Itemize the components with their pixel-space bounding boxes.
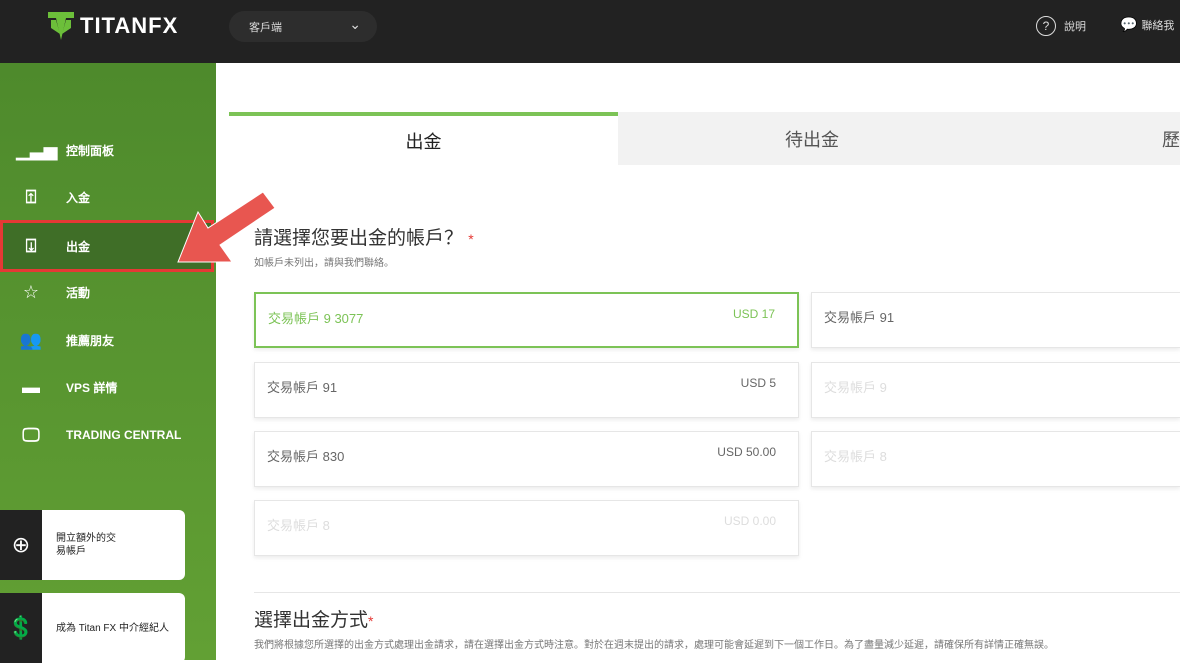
account-name: 交易帳戶 9 3077 [268, 311, 364, 326]
shield-logo-icon [48, 12, 74, 40]
sidebar-item-trading-central[interactable]: 🖵 TRADING CENTRAL [0, 412, 216, 458]
account-option[interactable]: 交易帳戶 91 [811, 292, 1180, 348]
account-option[interactable]: 交易帳戶 9 3077 USD 17 [254, 292, 799, 348]
card-label: 開立額外的交易帳戶 [56, 533, 116, 557]
help-label: 說明 [1064, 21, 1086, 33]
bar-chart-icon: ▁▃▅ [16, 139, 58, 160]
account-name: 交易帳戶 91 [824, 310, 895, 325]
annotation-arrow-icon [177, 191, 276, 263]
sidebar-item-label: TRADING CENTRAL [66, 428, 182, 442]
titanfx-logo[interactable]: TITANFX [48, 12, 178, 40]
sidebar-item-refer[interactable]: 👥 推薦朋友 [0, 317, 216, 363]
account-name: 交易帳戶 830 [267, 449, 345, 464]
dollar-chat-icon: 💲 [0, 593, 42, 663]
account-balance: USD 50.00 [717, 445, 776, 459]
chevron-down-icon: ⌄ [349, 16, 361, 32]
tab-history[interactable]: 歷 [1006, 112, 1180, 165]
method-hint: 我們將根據您所選擇的出金方式處理出金請求，請在選擇出金方式時注意。對於在週末提出… [254, 640, 1054, 651]
refer-friend-icon: 👥 [19, 329, 43, 350]
sidebar-item-dashboard[interactable]: ▁▃▅ 控制面板 [0, 127, 216, 173]
portal-select[interactable]: 客戶端 ⌄ [229, 11, 377, 42]
account-option[interactable]: 交易帳戶 91 USD 5 [254, 362, 799, 418]
account-balance: USD 0.00 [723, 514, 776, 528]
logo-text: TITANFX [80, 13, 179, 38]
tab-label: 歷 [1162, 129, 1180, 150]
promotion-icon: ☆ [22, 281, 40, 302]
account-option-disabled: 交易帳戶 8 USD 0.00 [254, 500, 799, 556]
deposit-icon: ⍐ [25, 186, 37, 207]
server-icon: ▬ [22, 376, 40, 397]
tab-withdraw[interactable]: 出金 [229, 112, 618, 165]
divider [254, 592, 1180, 593]
sidebar: ▁▃▅ 控制面板 ⍐ 入金 ⍗ 出金 ☆ 活動 👥 推薦朋友 ▬ VPS 詳情 🖵 TRADI… [0, 63, 216, 663]
section-title-method: 選擇出金方式* [254, 610, 374, 631]
help-link[interactable]: ? 說明 [1036, 16, 1086, 36]
contact-label: 聯絡我 [1141, 19, 1175, 32]
sidebar-item-label: 控制面板 [66, 143, 115, 158]
open-account-card[interactable]: ⊕ 開立額外的交易帳戶 [0, 510, 185, 580]
account-option[interactable]: 交易帳戶 830 USD 50.00 [254, 431, 799, 487]
account-name: 交易帳戶 91 [267, 380, 338, 395]
account-balance: USD 17 [732, 307, 775, 321]
plus-circle-icon: ⊕ [0, 510, 42, 580]
sidebar-item-label: 活動 [66, 285, 91, 300]
sidebar-item-label: 推薦朋友 [66, 333, 115, 348]
top-bar: TITANFX 客戶端 ⌄ ? 說明 💬 聯絡我 [0, 0, 1180, 63]
account-balance: USD 5 [740, 376, 776, 390]
become-ib-card[interactable]: 💲 成為 Titan FX 中介經紀人 [0, 593, 185, 663]
account-name: 交易帳戶 8 [824, 449, 887, 464]
tab-label: 出金 [405, 131, 442, 152]
help-icon: ? [1036, 16, 1056, 36]
chat-icon: 💬 [1120, 16, 1138, 32]
account-name: 交易帳戶 9 [824, 380, 887, 395]
sidebar-item-vps[interactable]: ▬ VPS 詳情 [0, 364, 216, 410]
sidebar-item-label: 入金 [66, 190, 91, 205]
monitor-chart-icon: 🖵 [22, 424, 40, 445]
account-name: 交易帳戶 8 [267, 518, 330, 533]
tab-pending[interactable]: 待出金 [618, 112, 1006, 165]
sidebar-item-label: VPS 詳情 [66, 380, 118, 395]
withdraw-icon: ⍗ [25, 235, 37, 256]
card-label: 成為 Titan FX 中介經紀人 [56, 622, 169, 634]
contact-link[interactable]: 💬 聯絡我 [1120, 16, 1174, 33]
account-option-disabled: 交易帳戶 9 [811, 362, 1180, 418]
portal-select-value: 客戶端 [249, 22, 282, 34]
tab-label: 待出金 [785, 129, 839, 150]
account-option-disabled: 交易帳戶 8 [811, 431, 1180, 487]
sidebar-item-label: 出金 [66, 239, 91, 254]
